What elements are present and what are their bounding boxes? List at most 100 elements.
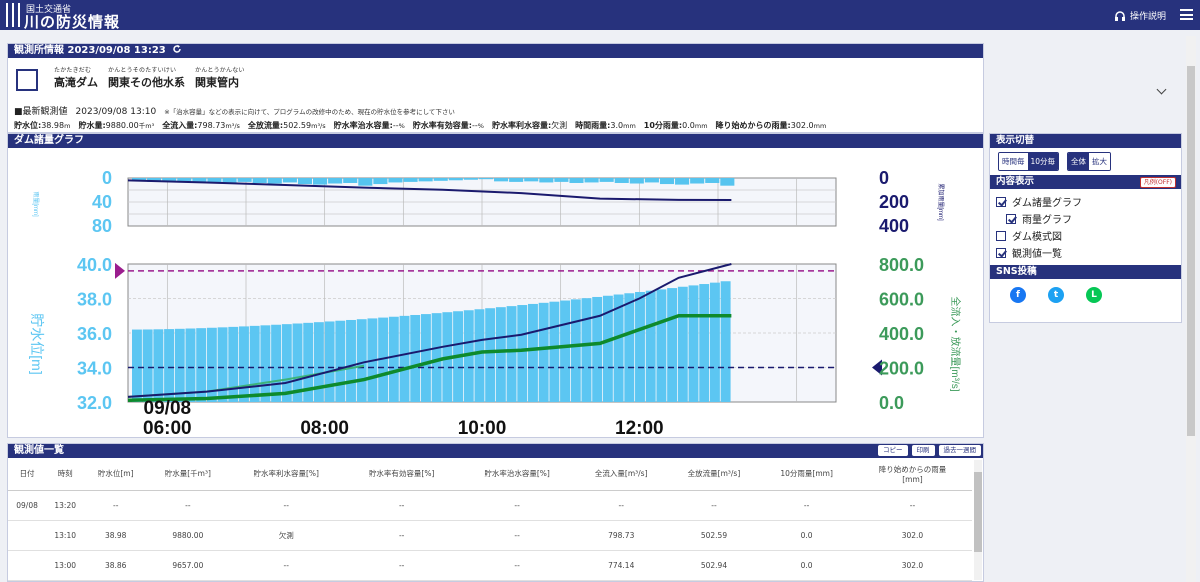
- stat-label: 全流入量:: [162, 121, 198, 130]
- copy-button[interactable]: コピー: [878, 445, 908, 456]
- rain-bar: [282, 178, 297, 183]
- storage-level-bar: [699, 284, 710, 402]
- table-cell: 38.86: [84, 550, 148, 581]
- column-header: 全放流量[m³/s]: [667, 458, 761, 491]
- table-row: 13:10 38.98 9880.00 欠測 -- -- 798.73 502.59 0.0 30…: [8, 520, 972, 551]
- table-buttons: コピー 印刷 過去一週間: [878, 445, 981, 456]
- content-checkbox-row[interactable]: 観測値一覧: [996, 244, 1181, 261]
- stat-value: 9880.00千m³: [106, 121, 155, 130]
- legend-toggle-button[interactable]: 凡例(OFF): [1139, 177, 1176, 188]
- table-cell: 09/08: [8, 490, 47, 521]
- station-region-name: 関東管内: [195, 76, 239, 89]
- rain-bar: [554, 178, 569, 182]
- content-display-title: 内容表示: [996, 176, 1035, 187]
- print-button[interactable]: 印刷: [911, 445, 935, 456]
- table-cell: 302.0: [852, 550, 972, 581]
- stat-label: 10分雨量:: [643, 121, 683, 130]
- storage-level-bar: [485, 308, 496, 402]
- stat-unit: %: [477, 122, 484, 130]
- line-icon[interactable]: L: [1086, 287, 1102, 303]
- rain-bar: [659, 178, 675, 185]
- rain-bar: [222, 178, 237, 183]
- column-header: 時刻: [46, 458, 85, 491]
- stat-value: 欠測: [551, 121, 567, 130]
- page-scrollbar-thumb[interactable]: [1187, 66, 1195, 436]
- column-header: 貯水率利水容量[%]: [228, 458, 344, 491]
- table-cell: --: [459, 550, 575, 581]
- table-cell: 0.0: [760, 550, 853, 581]
- zoom-button[interactable]: 拡大: [1089, 153, 1111, 170]
- level-tick-label: 36.0: [77, 324, 112, 344]
- dam-chart-panel: ダム諸量グラフ 0 40 80 0 200 400 40.0 38.0 36.0 34.0 32.0…: [7, 133, 984, 439]
- checkbox[interactable]: [1006, 213, 1016, 224]
- storage-level-bar: [324, 321, 335, 402]
- flow-tick-label: 0.0: [879, 393, 904, 413]
- rain-bar: [690, 178, 705, 184]
- refresh-icon[interactable]: [172, 44, 182, 54]
- rain-bar: [358, 178, 373, 186]
- storage-level-bar: [142, 329, 153, 402]
- ten-minute-button[interactable]: 10分毎: [1027, 153, 1059, 170]
- stat-label: 時間雨量:: [575, 121, 611, 130]
- stats-row: 貯水位:38.98m 貯水量:9880.00千m³ 全流入量:798.73m³/s 全…: [14, 120, 834, 131]
- stat-label: 貯水率利水容量:: [491, 121, 552, 130]
- station-river-system: かんとうそのたすいけい 関東その他水系: [108, 65, 185, 90]
- station-dam-ruby: たかたきだむ: [54, 67, 92, 74]
- content-display-header: 内容表示 凡例(OFF): [990, 175, 1181, 189]
- table-scrollbar[interactable]: [974, 460, 982, 580]
- time-tick-label: 12:00: [615, 418, 664, 437]
- hamburger-menu-icon[interactable]: [1180, 9, 1193, 20]
- app-title[interactable]: 川の防災情報: [24, 11, 120, 32]
- page-scrollbar[interactable]: [1186, 36, 1196, 582]
- stat-label: 降り始めからの雨量:: [715, 121, 791, 130]
- checkbox[interactable]: [996, 230, 1006, 241]
- level-tick-label: 34.0: [77, 359, 112, 379]
- observation-list-header: 観測値一覧 コピー 印刷 過去一週間: [8, 444, 983, 458]
- column-header: 貯水率治水容量[%]: [459, 458, 575, 491]
- station-region: かんとうかんない 関東管内: [195, 65, 245, 90]
- table-scrollbar-thumb[interactable]: [974, 472, 982, 552]
- stat-unit: mm: [694, 122, 708, 130]
- stat-unit: %: [398, 122, 405, 130]
- dam-chart-header: ダム諸量グラフ: [8, 134, 983, 148]
- storage-level-bar: [132, 329, 142, 402]
- storage-level-bar: [720, 281, 731, 402]
- content-checkbox-row[interactable]: ダム諸量グラフ: [996, 193, 1181, 210]
- table-cell: --: [228, 550, 344, 581]
- table-cell: 798.73: [574, 520, 668, 551]
- stat-value: 302.0mm: [791, 121, 827, 130]
- column-header: 日付: [8, 458, 47, 491]
- stat-unit: mm: [813, 122, 827, 130]
- facebook-icon[interactable]: f: [1010, 287, 1026, 303]
- cumulative-rain-axis-label: 累加雨量[mm]: [937, 183, 945, 221]
- storage-level-bar: [517, 305, 528, 402]
- table-cell: 9657.00: [147, 550, 229, 581]
- rain-bar: [418, 178, 433, 182]
- table-cell: 502.59: [667, 520, 761, 551]
- hourly-button[interactable]: 時間毎: [999, 153, 1028, 170]
- storage-level-bar: [528, 303, 538, 402]
- rain-bar: [237, 178, 252, 182]
- past-week-button[interactable]: 過去一週間: [938, 445, 981, 456]
- twitter-icon[interactable]: t: [1048, 287, 1064, 303]
- checkbox[interactable]: [996, 196, 1006, 207]
- stat-unit: 千m³: [138, 122, 155, 130]
- table-cell: --: [147, 490, 229, 521]
- table-cell: 774.14: [574, 550, 668, 581]
- stat-number: 9880.00: [105, 121, 139, 130]
- interval-toggle: 時間毎 10分毎: [998, 152, 1060, 171]
- stat-unit: m: [64, 122, 71, 130]
- checkbox[interactable]: [996, 247, 1006, 258]
- rain-bar: [705, 178, 720, 183]
- rain-bar: [644, 178, 659, 183]
- station-river-system-ruby: かんとうそのたすいけい: [108, 67, 177, 74]
- content-checkbox-row[interactable]: ダム模式図: [996, 227, 1181, 244]
- chevron-down-icon[interactable]: [1156, 84, 1167, 95]
- help-button[interactable]: 操作説明: [1114, 9, 1166, 22]
- content-checkbox-row[interactable]: 雨量グラフ: [996, 210, 1181, 227]
- storage-level-bar: [431, 313, 442, 402]
- table-cell: 302.0: [852, 520, 972, 551]
- rain-bar: [313, 178, 328, 185]
- rain-bar: [252, 178, 267, 183]
- whole-button[interactable]: 全体: [1068, 153, 1090, 170]
